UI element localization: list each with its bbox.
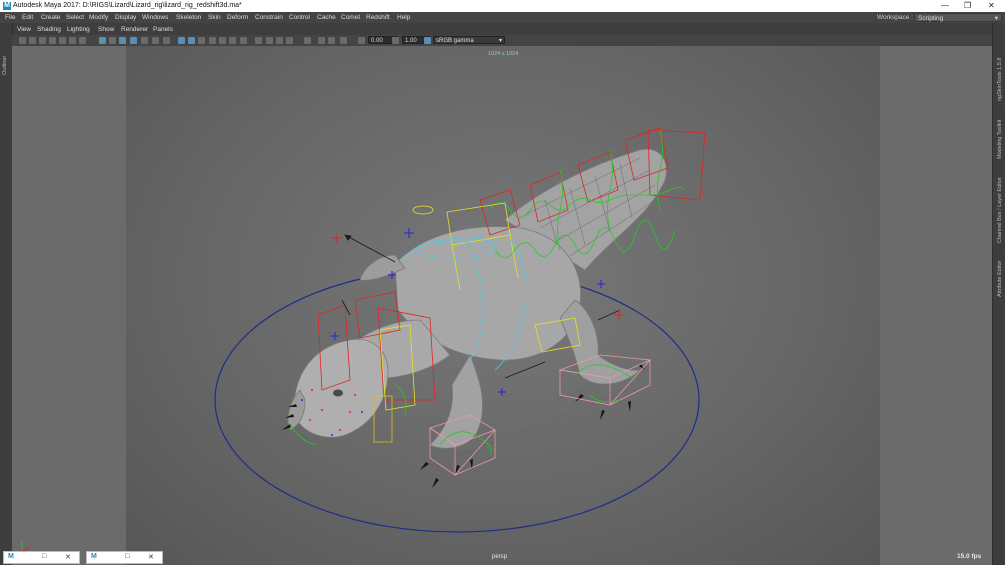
camera-label: persp	[492, 554, 508, 560]
lizard-front-left-leg	[429, 354, 483, 449]
close-icon[interactable]: ✕	[148, 553, 154, 561]
minimized-window-2[interactable]: M □ ✕	[86, 551, 163, 564]
lizard-back-right-leg	[559, 299, 642, 385]
close-icon[interactable]: ✕	[65, 553, 71, 561]
maya-icon: M	[91, 553, 97, 560]
lizard-eye	[333, 389, 343, 397]
fps-readout: 15.0 fps	[957, 553, 982, 560]
scene-viewport-graphics[interactable]	[0, 0, 1005, 565]
maya-icon: M	[8, 553, 14, 560]
restore-icon[interactable]: □	[125, 553, 129, 560]
restore-icon[interactable]: □	[42, 553, 46, 560]
view-axis-icon	[21, 541, 31, 552]
minimized-window-1[interactable]: M □ ✕	[3, 551, 80, 564]
eye-aim-control	[412, 205, 434, 215]
